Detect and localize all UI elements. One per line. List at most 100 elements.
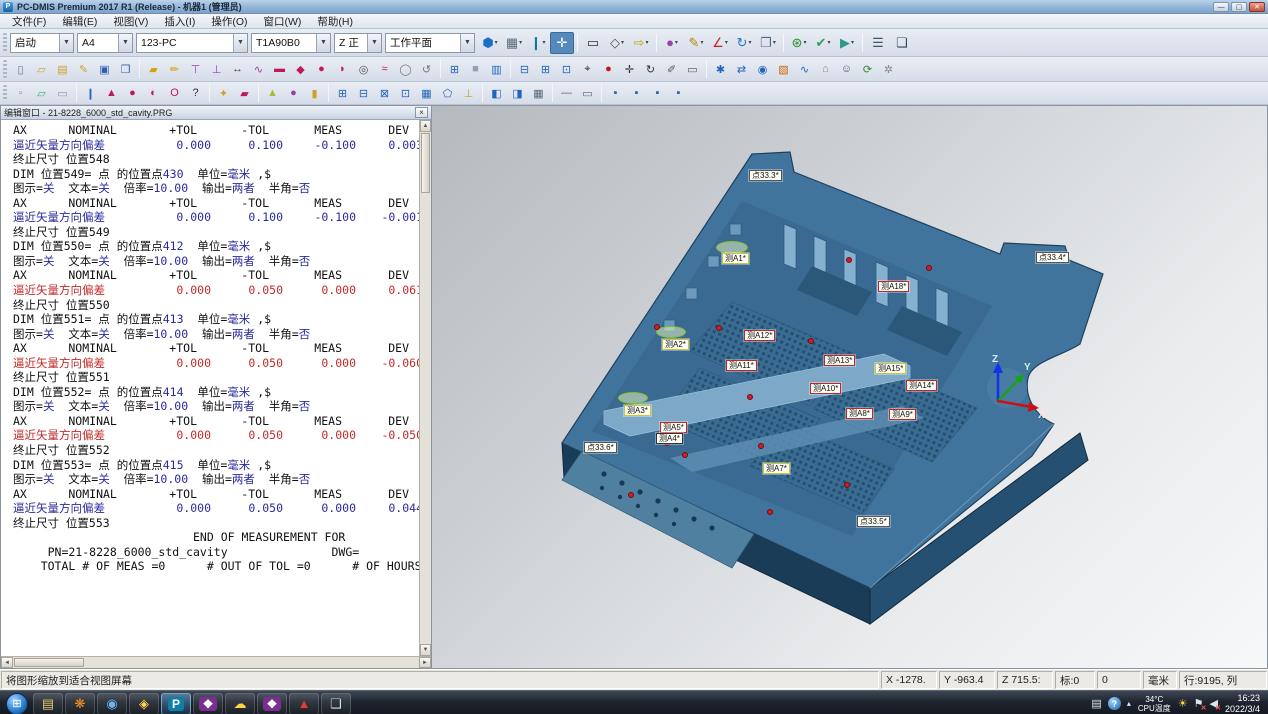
target-lock-icon[interactable]: ⌖ (577, 60, 598, 79)
camera-tool-icon[interactable]: ◈ (129, 693, 159, 714)
chevron-down-icon[interactable]: ▼ (460, 34, 474, 52)
open-file-icon[interactable]: ▱ (31, 60, 52, 79)
target-feature-icon[interactable]: ◎ (353, 60, 374, 79)
dimension-angle-icon[interactable]: ∠▾ (708, 32, 732, 54)
feature-label[interactable]: 测A14* (906, 380, 937, 391)
half-feature-icon[interactable]: ◗ (332, 60, 353, 79)
measurement-point-marker[interactable] (654, 324, 660, 330)
menu-window[interactable]: 窗口(W) (256, 14, 310, 28)
scroll-down-icon[interactable]: ▼ (420, 644, 431, 656)
feature-label[interactable]: 测A3* (624, 405, 651, 416)
measurement-point-marker[interactable] (682, 452, 688, 458)
shaded-view1-icon[interactable]: ◧ (486, 84, 507, 103)
help-question-icon[interactable]: ? (185, 84, 206, 103)
auto-feature-icon[interactable]: ⊛▾ (787, 32, 811, 54)
probe-combo[interactable]: A4▼ (77, 33, 133, 53)
circle-feature-icon[interactable]: ● (122, 84, 143, 103)
wirebox4-icon[interactable]: ⊡ (395, 84, 416, 103)
plane-feature-icon[interactable]: ▱ (31, 84, 52, 103)
toolbar-grip[interactable] (3, 85, 7, 101)
plumb-icon[interactable]: ⊥ (458, 84, 479, 103)
feature-label[interactable]: 测A4* (656, 433, 683, 444)
feature-label[interactable]: 点33.5* (857, 516, 890, 527)
plane-magenta-icon[interactable]: ▰ (234, 84, 255, 103)
rotate-tool-icon[interactable]: ↻ (640, 60, 661, 79)
wirebox3-icon[interactable]: ⊠ (374, 84, 395, 103)
mini-rect-icon[interactable]: ▫ (10, 84, 31, 103)
graph-icon[interactable]: ∿ (794, 60, 815, 79)
chevron-down-icon[interactable]: ▼ (59, 34, 73, 52)
view-pane3-icon[interactable]: ⊡ (556, 60, 577, 79)
messenger-icon[interactable]: ☁ (225, 693, 255, 714)
blue-chip1-icon[interactable]: ▪ (605, 84, 626, 103)
open-recent-icon[interactable]: ▤ (52, 60, 73, 79)
feature-label[interactable]: 测A8* (846, 408, 873, 419)
dimension-line-icon[interactable]: ✎▾ (684, 32, 708, 54)
feature-label[interactable]: 测A5* (660, 422, 687, 433)
blue-chip2-icon[interactable]: ▪ (626, 84, 647, 103)
execute-program-icon[interactable]: ▶▾ (835, 32, 859, 54)
vertical-scrollbar[interactable]: ▲ ▼ (419, 120, 431, 656)
measurement-point-marker[interactable] (846, 257, 852, 263)
chevron-down-icon[interactable]: ▾ (519, 39, 522, 46)
purple-editor2-icon[interactable]: ❖ (257, 693, 287, 714)
feature-label[interactable]: 测A11* (726, 360, 757, 371)
pencil-icon[interactable]: ✏ (164, 60, 185, 79)
slab-feature-icon[interactable]: ▭ (52, 84, 73, 103)
chevron-down-icon[interactable]: ▾ (803, 39, 806, 46)
palette-icon[interactable]: ▧ (773, 60, 794, 79)
measurement-point-marker[interactable] (716, 325, 722, 331)
tip-combo[interactable]: T1A90B0▼ (251, 33, 331, 53)
workplane-combo[interactable]: 工作平面▼ (385, 33, 475, 53)
measurement-point-marker[interactable] (767, 509, 773, 515)
window-app-icon[interactable]: ❏ (321, 693, 351, 714)
camera-view-icon[interactable]: ◉ (752, 60, 773, 79)
feature-label[interactable]: 测A18* (878, 281, 909, 292)
layout-window-icon[interactable]: ❏ (890, 32, 914, 54)
menu-file[interactable]: 文件(F) (4, 14, 54, 28)
program-text-area[interactable]: AX NOMINAL+TOL-TOLMEASDEV逼近矢量方向偏差0.0000.… (1, 120, 419, 656)
browser-icon[interactable]: ❋ (65, 693, 95, 714)
chevron-down-icon[interactable]: ▼ (316, 34, 330, 52)
scroll-up-icon[interactable]: ▲ (420, 120, 431, 132)
tri-feature-icon[interactable]: ▲ (101, 84, 122, 103)
blue-chip3-icon[interactable]: ▪ (647, 84, 668, 103)
measurement-point-marker[interactable] (926, 265, 932, 271)
scroll-right-icon[interactable]: ► (419, 657, 431, 668)
execute-arrow-icon[interactable]: ⇨▾ (629, 32, 653, 54)
new-file-icon[interactable]: ▯ (10, 60, 31, 79)
construct-tee-icon[interactable]: ⊤ (185, 60, 206, 79)
program-pages-icon[interactable]: ❐▾ (756, 32, 780, 54)
horizontal-scrollbar[interactable]: ◄ ► (1, 656, 431, 668)
help-tray-icon[interactable]: ? (1108, 697, 1121, 710)
chevron-down-icon[interactable]: ▾ (827, 39, 830, 46)
feature-label[interactable]: 测A12* (744, 330, 775, 341)
edit-window-titlebar[interactable]: 编辑窗口 - 21-8228_6000_std_cavity.PRG × (1, 106, 431, 120)
point-feature-icon[interactable]: ✦ (213, 84, 234, 103)
feature-label[interactable]: 测A9* (889, 409, 916, 420)
bar-feature-icon[interactable]: ▬ (269, 60, 290, 79)
swap-tool-icon[interactable]: ⇄ (731, 60, 752, 79)
grid-view-icon[interactable]: ▦ (528, 84, 549, 103)
cylinder-feature-icon[interactable]: ▮ (304, 84, 325, 103)
menu-help[interactable]: 帮助(H) (309, 14, 361, 28)
pan-view-icon[interactable]: ✛ (550, 32, 574, 54)
graphics-view[interactable]: Z Y X 点33.3*测A1*测A18*点33.4*测A12*测A2*测A11… (432, 105, 1268, 669)
menu-operation[interactable]: 操作(O) (203, 14, 255, 28)
horizontal-scroll-thumb[interactable] (14, 658, 84, 667)
menu-edit[interactable]: 编辑(E) (54, 14, 105, 28)
chevron-down-icon[interactable]: ▾ (645, 39, 648, 46)
feature-label[interactable]: 测A7* (763, 463, 790, 474)
pen-tool-icon[interactable]: ✐ (661, 60, 682, 79)
chevron-down-icon[interactable]: ▾ (773, 39, 776, 46)
edit-program-icon[interactable]: ✎ (73, 60, 94, 79)
menu-view[interactable]: 视图(V) (105, 14, 156, 28)
chevron-down-icon[interactable]: ▼ (233, 34, 247, 52)
program-combo[interactable]: 123-PC▼ (136, 33, 248, 53)
blue-chip4-icon[interactable]: ▪ (668, 84, 689, 103)
wireframe-cube-icon[interactable]: ◇▾ (605, 32, 629, 54)
polygon-feature-icon[interactable]: ⬠ (437, 84, 458, 103)
toolbar-grip[interactable] (3, 33, 7, 53)
wirebox1-icon[interactable]: ⊞ (332, 84, 353, 103)
save-all-icon[interactable]: ❒ (115, 60, 136, 79)
